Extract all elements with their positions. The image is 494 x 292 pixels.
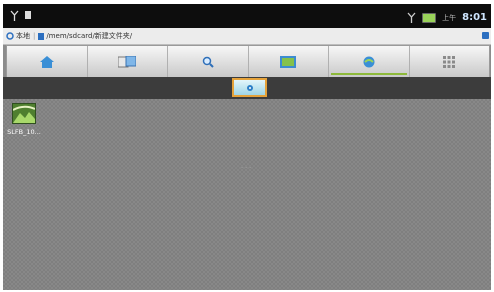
file-item[interactable]: SLFB_10... [7,103,41,136]
search-button[interactable] [168,46,249,77]
active-indicator [331,73,407,75]
center-placeholder: - - - [241,164,252,171]
menu-grid-button[interactable] [410,46,490,77]
battery-icon [422,12,437,23]
clock: 8:01 [462,12,487,23]
file-area[interactable]: SLFB_10... - - - [3,99,491,290]
gallery-button[interactable] [249,46,329,77]
network-icon [363,56,375,67]
path-text[interactable]: /mem/sdcard/新建文件夹/ [38,31,132,41]
screen-frame: 上午 8:01 本地 | /mem/sdcard/新建文件夹/ SLFB_10.… [3,4,491,290]
main-toolbar [6,45,490,78]
tab-bar [3,77,491,99]
signal-icon [407,8,416,27]
file-name: SLFB_10... [7,128,41,136]
menu-grid-icon [443,55,456,68]
antenna-icon [9,9,19,21]
storage-icon [246,84,253,91]
image-thumbnail-icon [12,103,36,124]
sdcard-icon [38,32,45,40]
path-bar: 本地 | /mem/sdcard/新建文件夹/ [3,28,491,45]
home-button[interactable] [7,46,88,77]
gallery-icon [280,55,297,68]
search-icon [202,56,214,68]
path-separator: | [33,32,36,40]
status-bar: 上午 8:01 [3,4,491,28]
path-home-label: 本地 [16,32,30,40]
path-home-button[interactable]: 本地 [6,31,30,41]
usb-icon [23,9,33,21]
file-transfer-icon [118,55,137,67]
ampm-label: 上午 [442,13,457,22]
home-icon [39,55,54,68]
storage-tab[interactable] [232,78,267,97]
path-home-icon [6,32,14,40]
collapse-button[interactable] [482,32,489,39]
file-transfer-button[interactable] [88,46,168,77]
network-button[interactable] [329,46,410,77]
current-path: /mem/sdcard/新建文件夹/ [46,32,133,40]
